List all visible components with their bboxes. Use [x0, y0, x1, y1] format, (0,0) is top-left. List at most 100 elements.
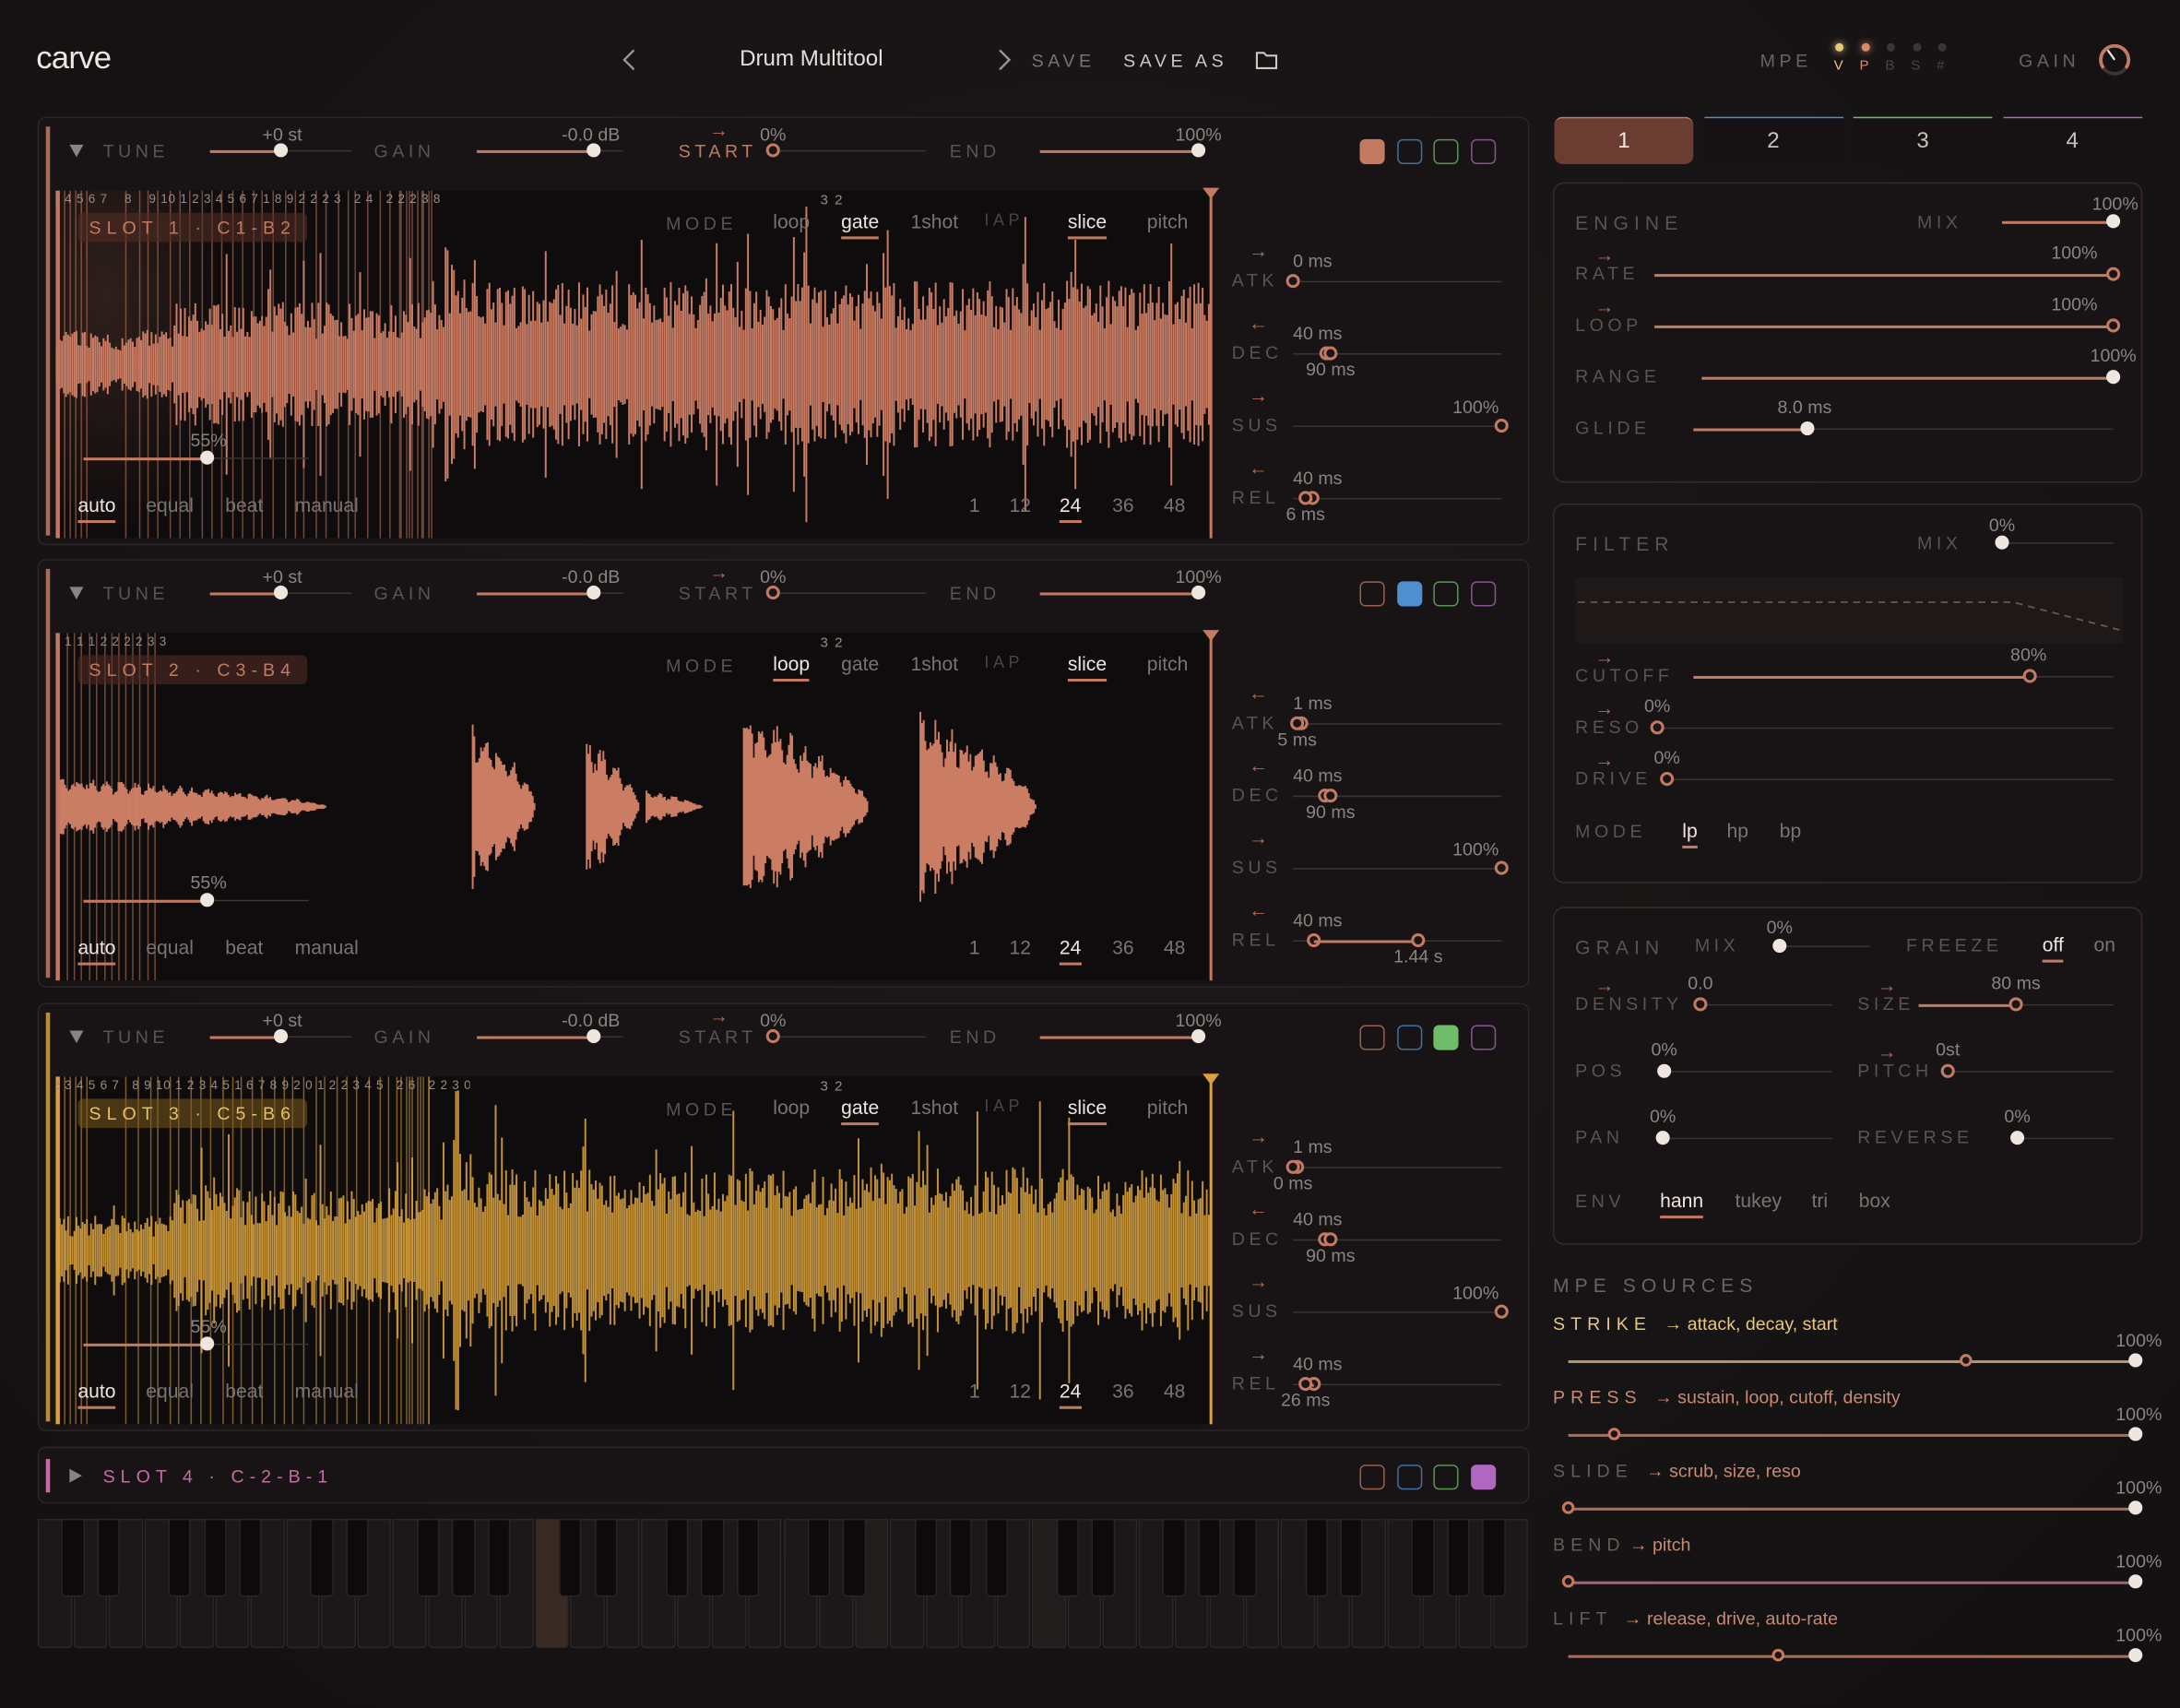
slice-mode-manual[interactable]: manual [295, 936, 359, 958]
pan-slider-track[interactable] [1663, 1137, 1833, 1140]
slice-marker[interactable] [254, 190, 255, 539]
slice-marker[interactable] [157, 190, 160, 539]
black-key[interactable] [1091, 1518, 1115, 1597]
mode-option-IAP[interactable]: IAP [984, 1096, 1024, 1115]
gain-slider-knob[interactable] [586, 143, 601, 158]
freeze-on[interactable]: on [2094, 933, 2115, 955]
slice-marker[interactable] [274, 1076, 276, 1425]
filter-mix-slider-track[interactable] [2002, 542, 2114, 544]
mpe-offset-knob[interactable] [1561, 1501, 1575, 1514]
black-key[interactable] [1233, 1518, 1257, 1597]
mpe-depth-knob[interactable] [2128, 1500, 2143, 1515]
black-key[interactable] [61, 1518, 85, 1597]
pos-slider-knob[interactable] [1657, 1063, 1672, 1078]
slice-marker[interactable] [231, 190, 234, 539]
tune-slider-knob[interactable] [274, 143, 289, 158]
color-swatch-2[interactable] [1396, 1025, 1422, 1050]
filter-mix-slider-knob[interactable] [1995, 535, 2009, 550]
mode-option-loop[interactable]: loop [773, 210, 810, 232]
slice-marker[interactable] [210, 1076, 212, 1425]
black-key[interactable] [346, 1518, 369, 1597]
slice-mode-beat[interactable]: beat [225, 493, 263, 516]
slice-marker[interactable] [138, 633, 141, 981]
slice-marker[interactable] [292, 1076, 294, 1425]
tab-1[interactable]: 1 [1554, 116, 1694, 164]
color-swatch-2[interactable] [1396, 1465, 1422, 1490]
slice-marker[interactable] [261, 1076, 263, 1425]
slice-marker[interactable] [367, 190, 369, 539]
black-key[interactable] [843, 1518, 866, 1597]
atk-track[interactable] [1293, 280, 1502, 283]
drive-slider-track[interactable] [1666, 778, 2114, 781]
env-tri[interactable]: tri [1811, 1189, 1828, 1211]
slice-count-24[interactable]: 24 [1059, 936, 1081, 966]
mode-option-pitch[interactable]: pitch [1147, 210, 1189, 232]
slice-marker[interactable] [75, 1076, 77, 1425]
reverse-slider-knob[interactable] [2010, 1131, 2025, 1145]
atk-track[interactable] [1293, 723, 1502, 725]
slice-marker[interactable] [347, 190, 350, 539]
black-key[interactable] [97, 1518, 121, 1597]
slice-marker[interactable] [388, 190, 390, 539]
waveform-display[interactable]: 2 3 4 5 6 7 8 9 10 1 2 3 4 5 1 6 7 8 9 2… [55, 1076, 1212, 1425]
slice-marker[interactable] [110, 633, 113, 981]
mode-option-loop[interactable]: loop [773, 652, 811, 682]
slice-marker[interactable] [132, 633, 135, 981]
color-swatch-2[interactable] [1396, 581, 1422, 607]
next-preset-button[interactable] [992, 47, 1014, 72]
sus-track[interactable] [1293, 425, 1502, 427]
slice-marker[interactable] [117, 633, 120, 981]
end-slider-knob[interactable] [1191, 143, 1206, 158]
slice-mode-equal[interactable]: equal [146, 1380, 194, 1402]
slice-marker[interactable] [86, 1076, 88, 1425]
engine-mix-slider-knob[interactable] [2106, 214, 2121, 229]
slice-mode-auto[interactable]: auto [77, 493, 116, 524]
mpe-source-lift[interactable]: LIFT [1553, 1607, 1612, 1629]
mpe-depth-knob[interactable] [2128, 1427, 2143, 1441]
black-key[interactable] [310, 1518, 334, 1597]
slice-count-12[interactable]: 12 [1010, 936, 1031, 958]
slice-marker[interactable] [356, 1076, 358, 1425]
slice-marker[interactable] [417, 190, 419, 539]
piano-keyboard[interactable] [37, 1518, 1530, 1649]
mpe-offset-knob[interactable] [1959, 1354, 1972, 1367]
waveform-display[interactable]: 3 4 5 6 7 8 9 10 1 2 3 4 5 6 7 1 8 9 2 2… [55, 190, 1212, 539]
env-hann[interactable]: hann [1660, 1189, 1704, 1219]
collapse-triangle-icon[interactable] [69, 144, 84, 158]
collapse-triangle-icon[interactable] [69, 1030, 84, 1044]
black-key[interactable] [665, 1518, 689, 1597]
slice-marker[interactable] [325, 190, 327, 539]
slice-marker[interactable] [69, 1076, 71, 1425]
sus-knob[interactable] [1494, 860, 1509, 875]
slice-marker[interactable] [190, 1076, 192, 1425]
start-slider-track[interactable] [773, 1036, 927, 1038]
slice-marker[interactable] [231, 1076, 234, 1425]
atk-track[interactable] [1293, 1167, 1502, 1168]
color-swatch-4[interactable] [1470, 581, 1496, 607]
slice-marker[interactable] [64, 190, 65, 539]
slice-mode-beat[interactable]: beat [225, 936, 263, 958]
slice-mode-auto[interactable]: auto [77, 936, 116, 966]
slice-marker[interactable] [409, 1076, 411, 1425]
mpe-source-press[interactable]: PRESS [1553, 1387, 1642, 1408]
slice-marker[interactable] [242, 190, 244, 539]
color-swatch-1[interactable] [1359, 581, 1385, 607]
mpe-offset-knob[interactable] [1607, 1428, 1620, 1441]
slice-marker[interactable] [315, 1076, 317, 1425]
slice-mode-beat[interactable]: beat [225, 1380, 263, 1402]
env-tukey[interactable]: tukey [1736, 1189, 1782, 1211]
slice-marker[interactable] [67, 633, 69, 981]
black-key[interactable] [1447, 1518, 1470, 1597]
cutoff-slider-knob[interactable] [2022, 669, 2037, 683]
black-key[interactable] [736, 1518, 760, 1597]
filter-mode-hp[interactable]: hp [1727, 819, 1748, 841]
slice-marker[interactable] [400, 1076, 402, 1425]
black-key[interactable] [1340, 1518, 1364, 1597]
freeze-off[interactable]: off [2042, 933, 2065, 963]
slice-marker[interactable] [80, 1076, 82, 1425]
sus-knob[interactable] [1494, 1304, 1509, 1319]
start-slider-track[interactable] [773, 149, 927, 152]
slice-marker[interactable] [409, 190, 411, 539]
mode-option-pitch[interactable]: pitch [1147, 652, 1189, 674]
pan-slider-knob[interactable] [1655, 1131, 1670, 1145]
